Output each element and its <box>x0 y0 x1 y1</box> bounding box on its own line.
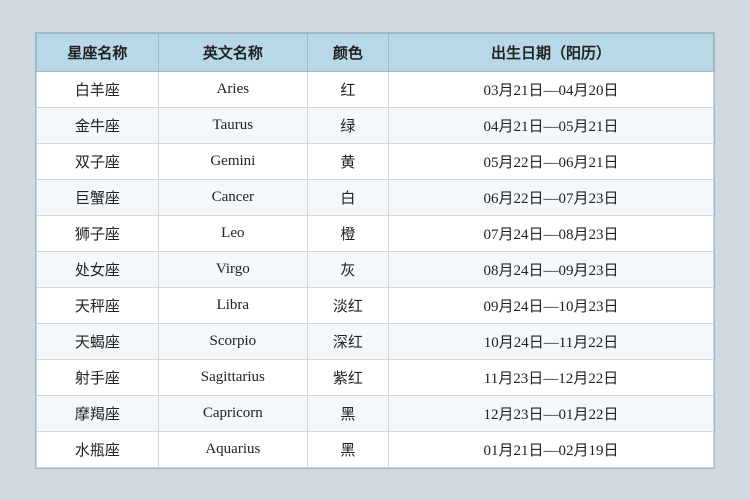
table-row: 摩羯座Capricorn黑12月23日—01月22日 <box>37 395 714 431</box>
cell-cn: 巨蟹座 <box>37 179 159 215</box>
table-row: 天秤座Libra淡红09月24日—10月23日 <box>37 287 714 323</box>
cell-color: 绿 <box>307 107 388 143</box>
cell-date: 07月24日—08月23日 <box>389 215 714 251</box>
cell-cn: 狮子座 <box>37 215 159 251</box>
header-cn: 星座名称 <box>37 33 159 71</box>
cell-cn: 天蝎座 <box>37 323 159 359</box>
cell-cn: 双子座 <box>37 143 159 179</box>
cell-cn: 白羊座 <box>37 71 159 107</box>
table-row: 水瓶座Aquarius黑01月21日—02月19日 <box>37 431 714 467</box>
cell-color: 淡红 <box>307 287 388 323</box>
zodiac-table-wrapper: 星座名称 英文名称 颜色 出生日期（阳历） 白羊座Aries红03月21日—04… <box>35 32 715 469</box>
cell-color: 灰 <box>307 251 388 287</box>
cell-cn: 天秤座 <box>37 287 159 323</box>
header-en: 英文名称 <box>158 33 307 71</box>
cell-en: Sagittarius <box>158 359 307 395</box>
cell-en: Cancer <box>158 179 307 215</box>
table-body: 白羊座Aries红03月21日—04月20日金牛座Taurus绿04月21日—0… <box>37 71 714 467</box>
table-row: 射手座Sagittarius紫红11月23日—12月22日 <box>37 359 714 395</box>
table-row: 狮子座Leo橙07月24日—08月23日 <box>37 215 714 251</box>
cell-date: 06月22日—07月23日 <box>389 179 714 215</box>
cell-color: 红 <box>307 71 388 107</box>
table-row: 金牛座Taurus绿04月21日—05月21日 <box>37 107 714 143</box>
cell-date: 01月21日—02月19日 <box>389 431 714 467</box>
header-color: 颜色 <box>307 33 388 71</box>
cell-en: Capricorn <box>158 395 307 431</box>
table-row: 天蝎座Scorpio深红10月24日—11月22日 <box>37 323 714 359</box>
table-row: 处女座Virgo灰08月24日—09月23日 <box>37 251 714 287</box>
cell-color: 黑 <box>307 395 388 431</box>
cell-en: Aquarius <box>158 431 307 467</box>
cell-date: 11月23日—12月22日 <box>389 359 714 395</box>
cell-date: 09月24日—10月23日 <box>389 287 714 323</box>
header-date: 出生日期（阳历） <box>389 33 714 71</box>
cell-en: Scorpio <box>158 323 307 359</box>
cell-en: Virgo <box>158 251 307 287</box>
table-header-row: 星座名称 英文名称 颜色 出生日期（阳历） <box>37 33 714 71</box>
table-row: 白羊座Aries红03月21日—04月20日 <box>37 71 714 107</box>
cell-en: Aries <box>158 71 307 107</box>
cell-date: 12月23日—01月22日 <box>389 395 714 431</box>
cell-date: 10月24日—11月22日 <box>389 323 714 359</box>
table-row: 巨蟹座Cancer白06月22日—07月23日 <box>37 179 714 215</box>
cell-color: 黄 <box>307 143 388 179</box>
cell-color: 白 <box>307 179 388 215</box>
cell-cn: 射手座 <box>37 359 159 395</box>
cell-color: 深红 <box>307 323 388 359</box>
cell-cn: 摩羯座 <box>37 395 159 431</box>
cell-color: 橙 <box>307 215 388 251</box>
cell-date: 04月21日—05月21日 <box>389 107 714 143</box>
table-row: 双子座Gemini黄05月22日—06月21日 <box>37 143 714 179</box>
cell-en: Taurus <box>158 107 307 143</box>
cell-en: Leo <box>158 215 307 251</box>
cell-color: 紫红 <box>307 359 388 395</box>
cell-date: 03月21日—04月20日 <box>389 71 714 107</box>
cell-date: 05月22日—06月21日 <box>389 143 714 179</box>
cell-cn: 水瓶座 <box>37 431 159 467</box>
zodiac-table: 星座名称 英文名称 颜色 出生日期（阳历） 白羊座Aries红03月21日—04… <box>36 33 714 468</box>
cell-cn: 处女座 <box>37 251 159 287</box>
cell-color: 黑 <box>307 431 388 467</box>
cell-date: 08月24日—09月23日 <box>389 251 714 287</box>
cell-en: Gemini <box>158 143 307 179</box>
cell-en: Libra <box>158 287 307 323</box>
cell-cn: 金牛座 <box>37 107 159 143</box>
